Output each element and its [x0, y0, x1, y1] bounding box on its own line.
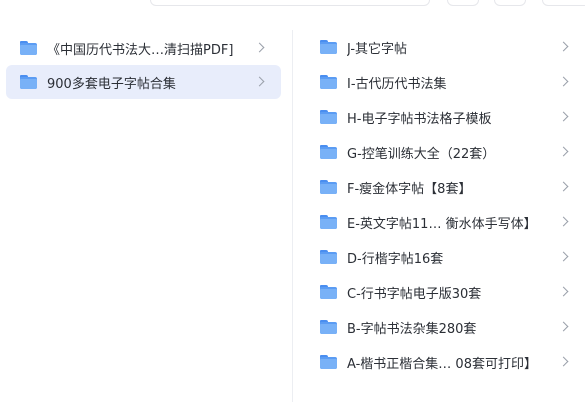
folder-label: A-楷书正楷合集… 08套可打印】 — [347, 356, 537, 372]
folder-item[interactable]: E-英文字帖11… 衡水体手写体】 — [306, 205, 585, 239]
folder-item[interactable]: 《中国历代书法大…清扫描PDF] — [6, 31, 281, 65]
folder-label: I-古代历代书法集 — [347, 76, 447, 92]
folder-item-selected[interactable]: 900多套电子字帖合集 — [6, 65, 281, 99]
folder-icon — [320, 145, 337, 159]
folder-label: B-字帖书法杂集280套 — [347, 321, 477, 337]
chevron-right-icon — [558, 251, 569, 262]
folder-icon — [320, 40, 337, 54]
folder-label: C-行书字帖电子版30套 — [347, 286, 482, 302]
chevron-right-icon — [558, 321, 569, 332]
folder-label: J-其它字帖 — [347, 41, 408, 57]
folder-icon — [320, 180, 337, 194]
chevron-right-icon — [558, 356, 569, 367]
chevron-right-icon — [558, 76, 569, 87]
folder-item[interactable]: C-行书字帖电子版30套 — [306, 275, 585, 309]
toolbar-button[interactable] — [542, 0, 585, 6]
folder-icon — [320, 285, 337, 299]
folder-item[interactable]: A-楷书正楷合集… 08套可打印】 — [306, 345, 585, 379]
folder-label: 900多套电子字帖合集 — [47, 76, 176, 92]
chevron-right-icon — [254, 42, 265, 53]
folder-list-right: J-其它字帖 I-古代历代书法集 H-电子字帖书法格子模板 G-控笔训练大全（2… — [306, 30, 585, 402]
toolbar-button[interactable] — [447, 0, 479, 6]
chevron-right-icon — [558, 146, 569, 157]
folder-tree-left: 《中国历代书法大…清扫描PDF] 900多套电子字帖合集 — [0, 30, 292, 402]
folder-item[interactable]: I-古代历代书法集 — [306, 65, 585, 99]
folder-item[interactable]: J-其它字帖 — [306, 30, 585, 64]
folder-label: D-行楷字帖16套 — [347, 251, 444, 267]
folder-label: E-英文字帖11… 衡水体手写体】 — [347, 216, 537, 232]
folder-item[interactable]: H-电子字帖书法格子模板 — [306, 100, 585, 134]
chevron-right-icon — [558, 111, 569, 122]
toolbar — [0, 0, 585, 8]
folder-label: G-控笔训练大全（22套） — [347, 146, 496, 162]
chevron-right-icon — [254, 76, 265, 87]
chevron-right-icon — [558, 216, 569, 227]
chevron-right-icon — [558, 286, 569, 297]
folder-icon — [320, 215, 337, 229]
toolbar-button[interactable] — [494, 0, 526, 6]
folder-icon — [320, 110, 337, 124]
folder-label: F-瘦金体字帖【8套】 — [347, 181, 472, 197]
folder-label: 《中国历代书法大…清扫描PDF] — [47, 42, 234, 58]
folder-icon — [320, 75, 337, 89]
folder-icon — [20, 75, 37, 89]
folder-item[interactable]: F-瘦金体字帖【8套】 — [306, 170, 585, 204]
folder-icon — [320, 250, 337, 264]
folder-icon — [20, 41, 37, 55]
folder-label: H-电子字帖书法格子模板 — [347, 111, 492, 127]
chevron-right-icon — [558, 41, 569, 52]
search-input[interactable] — [150, 0, 430, 6]
file-browser: 《中国历代书法大…清扫描PDF] 900多套电子字帖合集 J-其它字帖 I-古代… — [0, 0, 585, 402]
folder-item[interactable]: B-字帖书法杂集280套 — [306, 310, 585, 344]
folder-item[interactable]: G-控笔训练大全（22套） — [306, 135, 585, 169]
folder-icon — [320, 320, 337, 334]
folder-icon — [320, 355, 337, 369]
chevron-right-icon — [558, 181, 569, 192]
column-divider — [292, 30, 293, 402]
folder-item[interactable]: D-行楷字帖16套 — [306, 240, 585, 274]
